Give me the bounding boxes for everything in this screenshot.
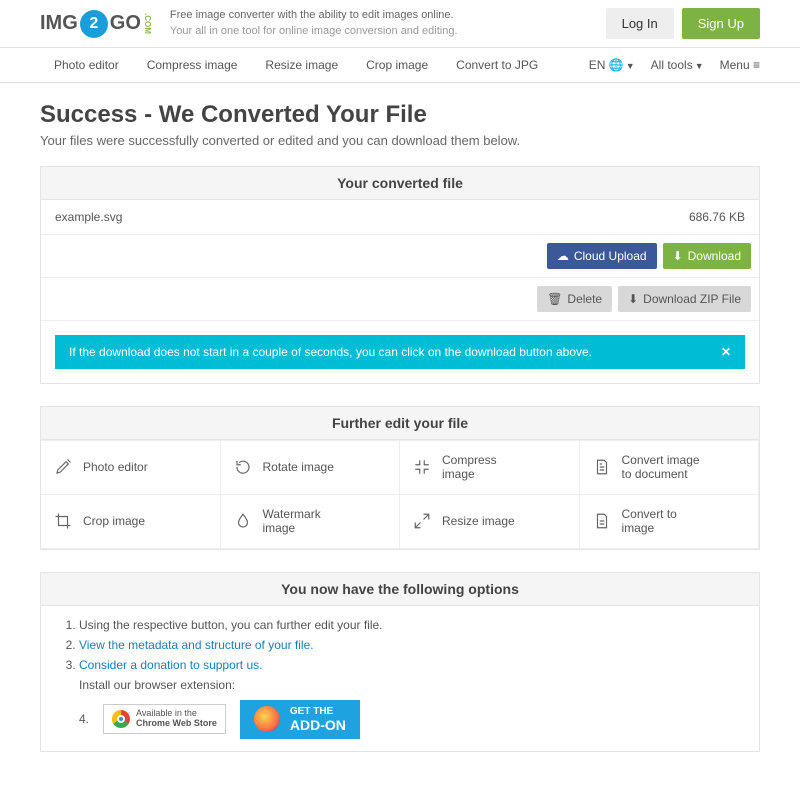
lang-selector[interactable]: EN 🌐▼ bbox=[589, 58, 635, 72]
file-name: example.svg bbox=[55, 210, 689, 224]
page-title: Success - We Converted Your File bbox=[40, 101, 760, 129]
cloud-upload-icon: ☁ bbox=[557, 249, 569, 263]
tool-convert-document[interactable]: Convert image to document bbox=[580, 441, 760, 495]
delete-button[interactable]: 🗑 Delete bbox=[537, 286, 612, 312]
option-1: Using the respective button, you can fur… bbox=[79, 618, 739, 632]
logo-text-com: .COM bbox=[143, 13, 152, 34]
logo-circle-2: 2 bbox=[80, 10, 108, 38]
options-panel: You now have the following options Using… bbox=[40, 572, 760, 752]
trash-icon: 🗑 bbox=[547, 292, 562, 306]
pencil-ruler-icon bbox=[53, 457, 73, 477]
image-icon bbox=[592, 511, 612, 531]
cloud-upload-button[interactable]: ☁ Cloud Upload bbox=[547, 243, 657, 269]
converted-file-panel: Your converted file example.svg 686.76 K… bbox=[40, 166, 760, 384]
page-subtitle: Your files were successfully converted o… bbox=[40, 133, 760, 148]
document-icon bbox=[592, 457, 612, 477]
chrome-line1: Available in the bbox=[136, 709, 217, 719]
crop-icon bbox=[53, 511, 73, 531]
rotate-icon bbox=[233, 457, 253, 477]
extension-label: Install our browser extension: bbox=[79, 678, 739, 692]
download-button[interactable]: ⬇ Download bbox=[663, 243, 751, 269]
tagline-line2: Your all in one tool for online image co… bbox=[170, 24, 458, 39]
resize-icon bbox=[412, 511, 432, 531]
ff-line2: ADD-ON bbox=[290, 717, 346, 733]
download-zip-button[interactable]: ⬇ Download ZIP File bbox=[618, 286, 751, 312]
tool-resize-image[interactable]: Resize image bbox=[400, 495, 580, 549]
tool-crop-image[interactable]: Crop image bbox=[41, 495, 221, 549]
nav-crop-image[interactable]: Crop image bbox=[352, 48, 442, 82]
converted-file-heading: Your converted file bbox=[41, 167, 759, 200]
download-alert: If the download does not start in a coup… bbox=[55, 335, 745, 369]
chrome-store-badge[interactable]: Available in the Chrome Web Store bbox=[103, 704, 226, 734]
nav-resize-image[interactable]: Resize image bbox=[251, 48, 352, 82]
tool-watermark-image[interactable]: Watermark image bbox=[221, 495, 401, 549]
menu-toggle[interactable]: Menu ≡ bbox=[720, 58, 760, 72]
firefox-addon-badge[interactable]: GET THE ADD-ON bbox=[240, 700, 360, 739]
file-size: 686.76 KB bbox=[689, 210, 745, 224]
tagline-line1: Free image converter with the ability to… bbox=[170, 8, 458, 23]
ff-line1: GET THE bbox=[290, 706, 346, 717]
tool-rotate-image[interactable]: Rotate image bbox=[221, 441, 401, 495]
tool-compress-image[interactable]: Compress image bbox=[400, 441, 580, 495]
nav-compress-image[interactable]: Compress image bbox=[133, 48, 252, 82]
chrome-line2: Chrome Web Store bbox=[136, 719, 217, 729]
nav-convert-jpg[interactable]: Convert to JPG bbox=[442, 48, 552, 82]
further-edit-heading: Further edit your file bbox=[41, 407, 759, 440]
logo-text-img: IMG bbox=[40, 12, 78, 35]
nav-photo-editor[interactable]: Photo editor bbox=[40, 48, 133, 82]
signup-button[interactable]: Sign Up bbox=[682, 8, 760, 39]
alert-close-icon[interactable]: ✕ bbox=[721, 345, 731, 359]
alert-text: If the download does not start in a coup… bbox=[69, 345, 592, 359]
tagline: Free image converter with the ability to… bbox=[170, 8, 458, 39]
all-tools-menu[interactable]: All tools▼ bbox=[651, 58, 704, 72]
droplet-icon bbox=[233, 511, 253, 531]
file-row: example.svg 686.76 KB bbox=[41, 200, 759, 235]
tool-convert-image[interactable]: Convert to image bbox=[580, 495, 760, 549]
download-icon: ⬇ bbox=[673, 249, 683, 263]
nav-bar: Photo editor Compress image Resize image… bbox=[0, 48, 800, 83]
view-metadata-link[interactable]: View the metadata and structure of your … bbox=[79, 638, 314, 652]
tool-photo-editor[interactable]: Photo editor bbox=[41, 441, 221, 495]
logo-text-go: GO bbox=[110, 12, 141, 35]
options-heading: You now have the following options bbox=[41, 573, 759, 606]
logo[interactable]: IMG 2 GO .COM bbox=[40, 10, 152, 38]
download-icon: ⬇ bbox=[628, 292, 638, 306]
firefox-icon bbox=[254, 706, 280, 732]
top-header: IMG 2 GO .COM Free image converter with … bbox=[0, 0, 800, 48]
donation-link[interactable]: Consider a donation to support us. bbox=[79, 658, 262, 672]
compress-icon bbox=[412, 457, 432, 477]
login-button[interactable]: Log In bbox=[606, 8, 674, 39]
chrome-icon bbox=[112, 710, 130, 728]
further-edit-panel: Further edit your file Photo editor Rota… bbox=[40, 406, 760, 550]
